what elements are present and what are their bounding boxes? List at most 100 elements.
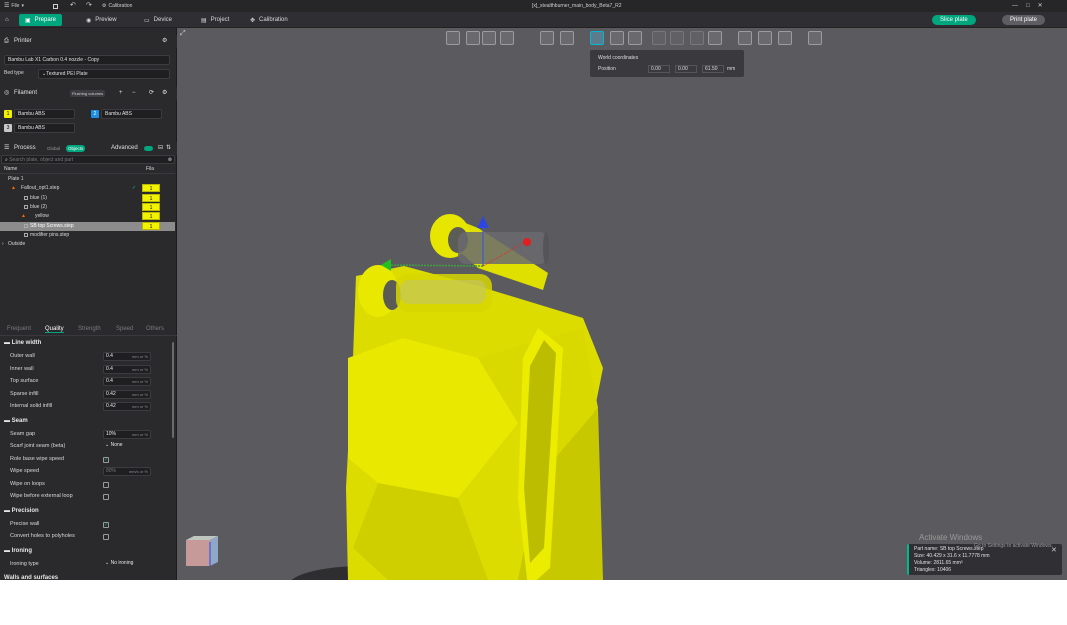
object-tree-item-label: Plate 1: [8, 176, 24, 182]
compare-icon[interactable]: ⊟: [158, 142, 163, 155]
precision-group-title: ▬ Precision: [4, 508, 39, 514]
save-icon[interactable]: [53, 0, 58, 12]
settings-icon[interactable]: ⚙: [162, 87, 167, 100]
filament-3-chip[interactable]: 3: [4, 124, 12, 132]
setting-unit: mm or %: [132, 391, 148, 397]
position-x-input[interactable]: 0.00: [648, 65, 670, 73]
setting-value-input[interactable]: 0.42 mm or %: [103, 389, 151, 399]
tab-project[interactable]: ▤ Project: [195, 14, 235, 26]
settings-icon[interactable]: ⚙: [162, 35, 167, 48]
setting-label: Precise wall: [10, 520, 40, 527]
object-search-input[interactable]: ⌕ Search plate, object and part ⊗: [1, 155, 175, 164]
printer-select[interactable]: Bambu Lab X1 Carbon 0.4 nozzle - Copy: [4, 55, 170, 65]
gizmo-z-arrow: [477, 216, 489, 228]
filament-2-chip[interactable]: 2: [91, 110, 99, 118]
object-tree-item[interactable]: Plate 1: [0, 175, 175, 184]
close-icon[interactable]: ✕: [1038, 0, 1043, 12]
position-unit: mm: [727, 66, 736, 72]
line-width-group-title: ▬ Line width: [4, 340, 41, 346]
filament-badge[interactable]: 1: [142, 221, 160, 230]
object-tree-item[interactable]: blue (1) 1: [0, 193, 175, 203]
setting-value-input[interactable]: 0.4 mm or %: [103, 352, 151, 361]
filament-1-select[interactable]: Bambu ABS: [14, 109, 75, 119]
tab-preview[interactable]: ◉ Preview: [80, 14, 123, 26]
position-z-input[interactable]: 61.50: [702, 65, 724, 73]
tab-device[interactable]: ▭ Device: [138, 14, 178, 26]
setting-checkbox[interactable]: ✓: [103, 456, 109, 463]
setting-value: 0.42: [106, 403, 116, 409]
bed-type-select[interactable]: ⌄Textured PEI Plate: [38, 69, 170, 79]
filament-badge[interactable]: 1: [142, 212, 160, 221]
setting-value-input[interactable]: 0.42 mm or %: [103, 402, 151, 411]
setting-checkbox[interactable]: [103, 481, 109, 488]
filament-icon: ◎: [4, 90, 10, 96]
setting-label: Seam gap: [10, 430, 36, 437]
filament-3-select[interactable]: Bambu ABS: [14, 123, 75, 133]
chevron-down-icon: ▾: [21, 3, 24, 9]
process-section-header: ☰ Process Global Objects Advanced ⊟ ⇅: [0, 142, 177, 155]
group-icon: ▬: [4, 340, 12, 346]
undo-icon[interactable]: ↶: [70, 0, 76, 12]
flushing-volumes-button[interactable]: Flushing volumes: [70, 90, 106, 97]
search-icon: ⌕: [5, 157, 8, 163]
group-icon: ▬: [4, 507, 12, 514]
slice-plate-button[interactable]: Slice plate: [932, 15, 976, 25]
objects-toggle[interactable]: Objects: [66, 145, 86, 152]
setting-value-input[interactable]: 10% mm or %: [103, 429, 151, 439]
advanced-switch[interactable]: [144, 146, 153, 151]
tab-frequent[interactable]: Frequent: [7, 326, 31, 332]
redo-icon[interactable]: ↷: [86, 0, 92, 12]
filament-badge[interactable]: 1: [142, 184, 160, 193]
check-icon: ✓: [132, 185, 137, 192]
tab-others[interactable]: Others: [146, 326, 164, 332]
setting-value-input[interactable]: 0.4 mm or %: [103, 377, 151, 386]
model-render[interactable]: [178, 28, 1067, 580]
tab-quality[interactable]: Quality: [45, 326, 64, 333]
expand-icon[interactable]: ›: [2, 240, 4, 249]
setting-value-input[interactable]: 0.4 mm or %: [103, 364, 151, 374]
printer-icon: ⎙: [4, 38, 9, 44]
sync-icon[interactable]: ⟳: [149, 87, 154, 100]
setting-value-input[interactable]: ⌄ None: [103, 442, 151, 451]
object-tree-item-label: modifier pins.step: [30, 231, 70, 238]
clear-search-icon[interactable]: ⊗: [168, 156, 172, 163]
world-coordinates-panel: World coordinates Position 0.00 0.00 61.…: [590, 50, 744, 77]
filament-2-select[interactable]: Bambu ABS: [101, 109, 162, 119]
home-icon[interactable]: ⌂: [2, 14, 12, 26]
tune-icon[interactable]: ⇅: [166, 142, 171, 155]
setting-checkbox[interactable]: [103, 534, 109, 540]
tab-strength[interactable]: Strength: [78, 326, 101, 332]
object-tree-item[interactable]: modifier pins.step: [0, 231, 175, 240]
filament-badge[interactable]: 1: [142, 193, 160, 202]
remove-icon[interactable]: −: [132, 87, 136, 100]
filament-badge[interactable]: 1: [142, 202, 160, 211]
object-tree-item[interactable]: blue (2) 1: [0, 202, 175, 212]
setting-value-input[interactable]: 80% mm/s or %: [103, 467, 151, 476]
setting-label: Ironing type: [10, 560, 39, 567]
tab-speed[interactable]: Speed: [116, 326, 133, 332]
column-name: Name: [4, 166, 18, 172]
print-plate-button[interactable]: Print plate: [1002, 15, 1046, 25]
maximize-icon[interactable]: □: [1026, 0, 1030, 12]
calibration-menu[interactable]: ⚙ Calibration: [102, 0, 132, 12]
minimize-icon[interactable]: —: [1012, 0, 1018, 12]
tab-calibration[interactable]: ✥ Calibration: [244, 14, 294, 26]
settings-scrollbar[interactable]: [172, 342, 174, 438]
object-tree-item[interactable]: ▲ yellow 1: [0, 212, 175, 221]
add-icon[interactable]: +: [119, 87, 123, 100]
warning-icon: ▲: [11, 185, 16, 192]
part-volume: Volume: 2811.65 mm³: [914, 560, 963, 566]
global-toggle[interactable]: Global: [47, 142, 60, 155]
slice-plate-label: Slice plate: [940, 17, 968, 23]
settings-tabs: Frequent Quality Strength Speed Others: [0, 326, 177, 336]
setting-checkbox[interactable]: [103, 494, 109, 500]
setting-checkbox[interactable]: ✓: [103, 521, 109, 528]
setting-value-input[interactable]: ⌄ No ironing: [103, 560, 151, 569]
filament-1-chip[interactable]: 1: [4, 110, 12, 118]
object-tree-item[interactable]: › Outside: [0, 240, 175, 249]
file-menu[interactable]: ☰ File ▾: [4, 0, 24, 12]
object-tree-item[interactable]: ▲ Fallout_opt1.step ✓ 1: [0, 184, 175, 193]
position-y-input[interactable]: 0.00: [675, 65, 697, 73]
tab-prepare[interactable]: ▣ Prepare: [19, 14, 63, 26]
object-tree-item[interactable]: SB top Screws.step 1: [0, 221, 175, 231]
